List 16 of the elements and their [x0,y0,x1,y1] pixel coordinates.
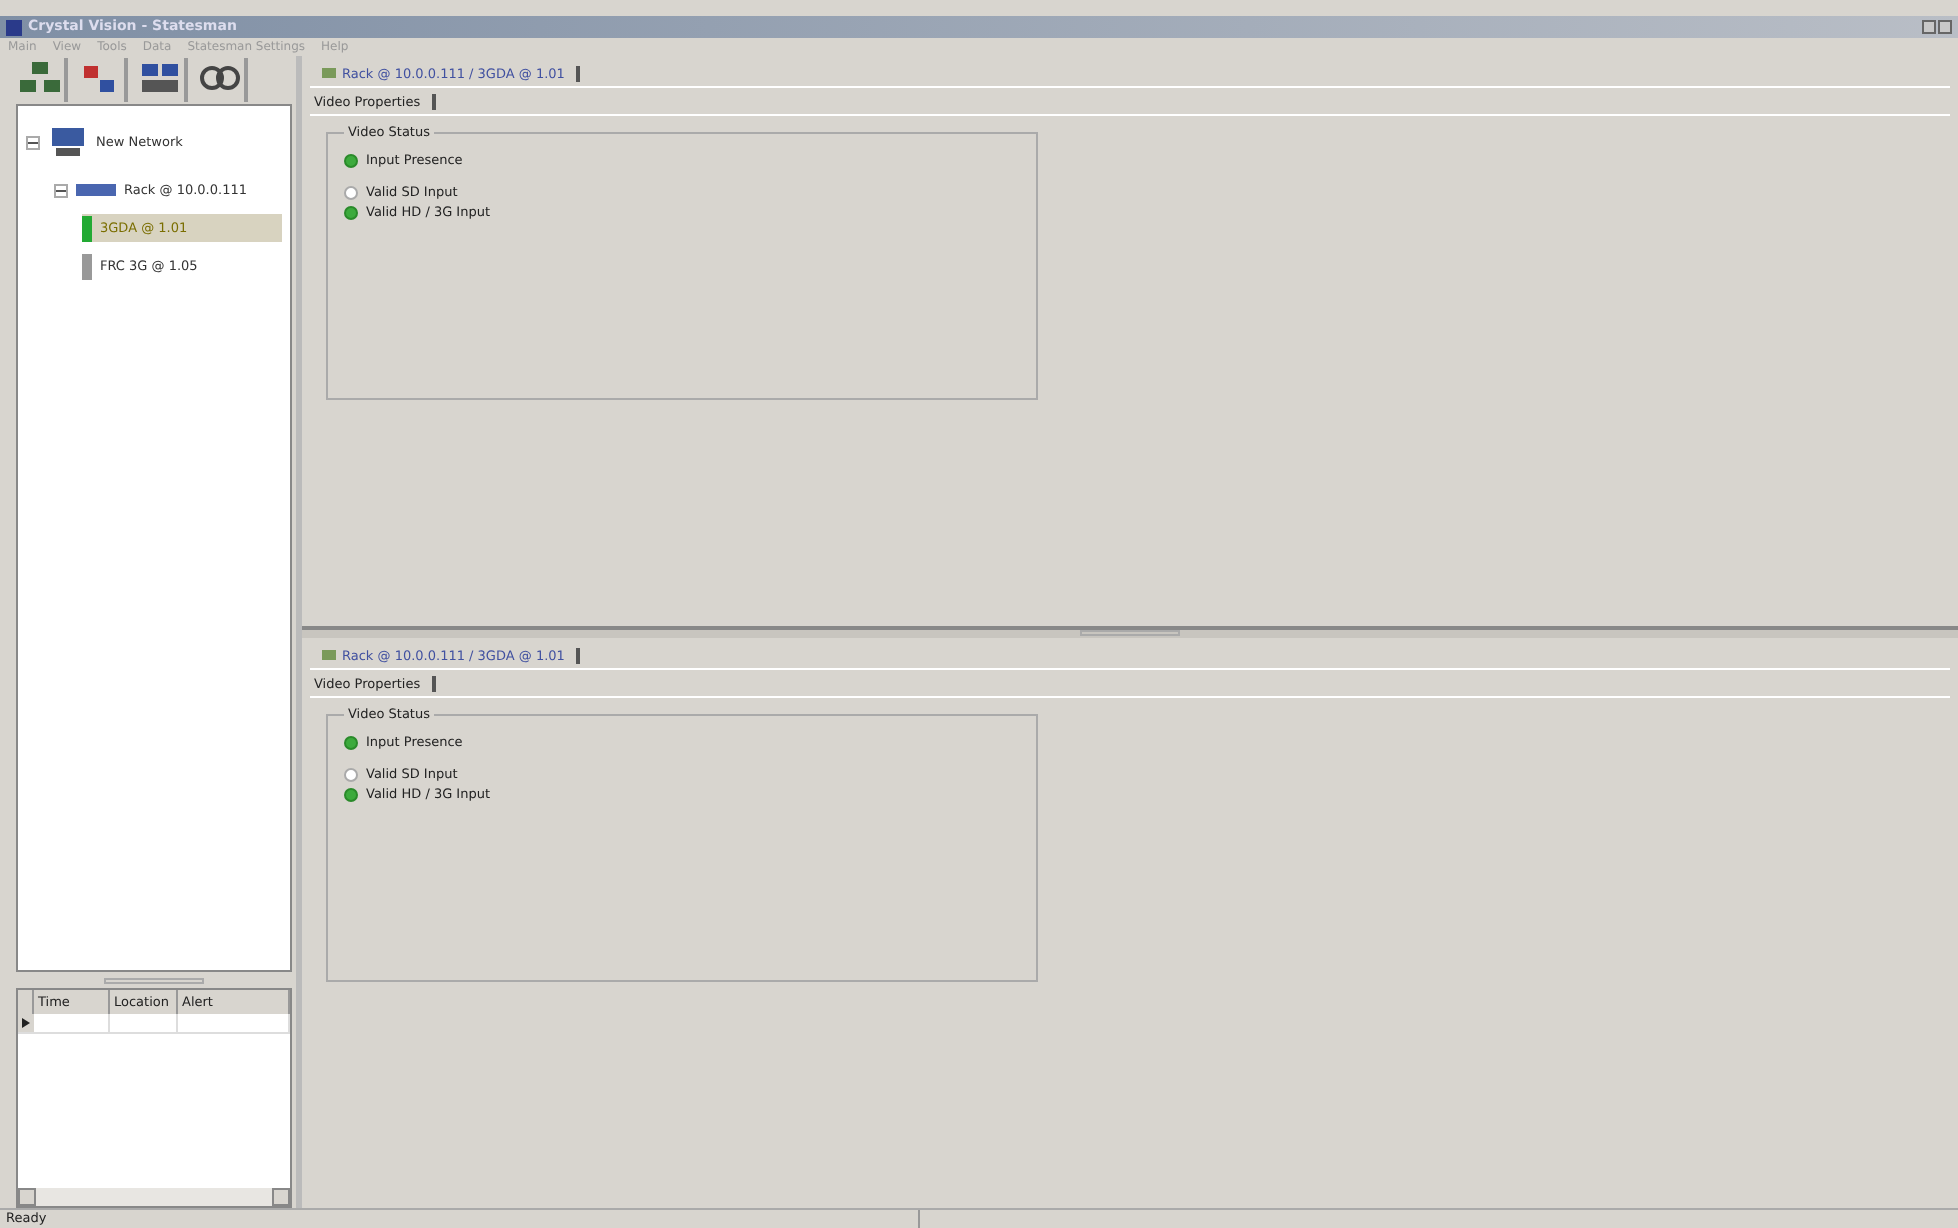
folder-icon [322,68,336,78]
devices-icon [140,62,180,94]
expander-icon[interactable] [54,183,68,197]
splitter-grip[interactable] [104,977,204,983]
minimize-button[interactable] [1922,20,1936,34]
maximize-button[interactable] [1938,20,1952,34]
row-pointer-icon [22,1018,30,1028]
network-icon [48,126,88,158]
link-icon [200,62,240,94]
app-logo [6,19,22,36]
network-icon [20,62,60,94]
folder-icon [322,650,336,660]
sort-icon [80,62,120,94]
scroll-bar[interactable] [18,1188,290,1206]
rack-icon [76,184,116,196]
expander-icon[interactable] [26,135,40,149]
